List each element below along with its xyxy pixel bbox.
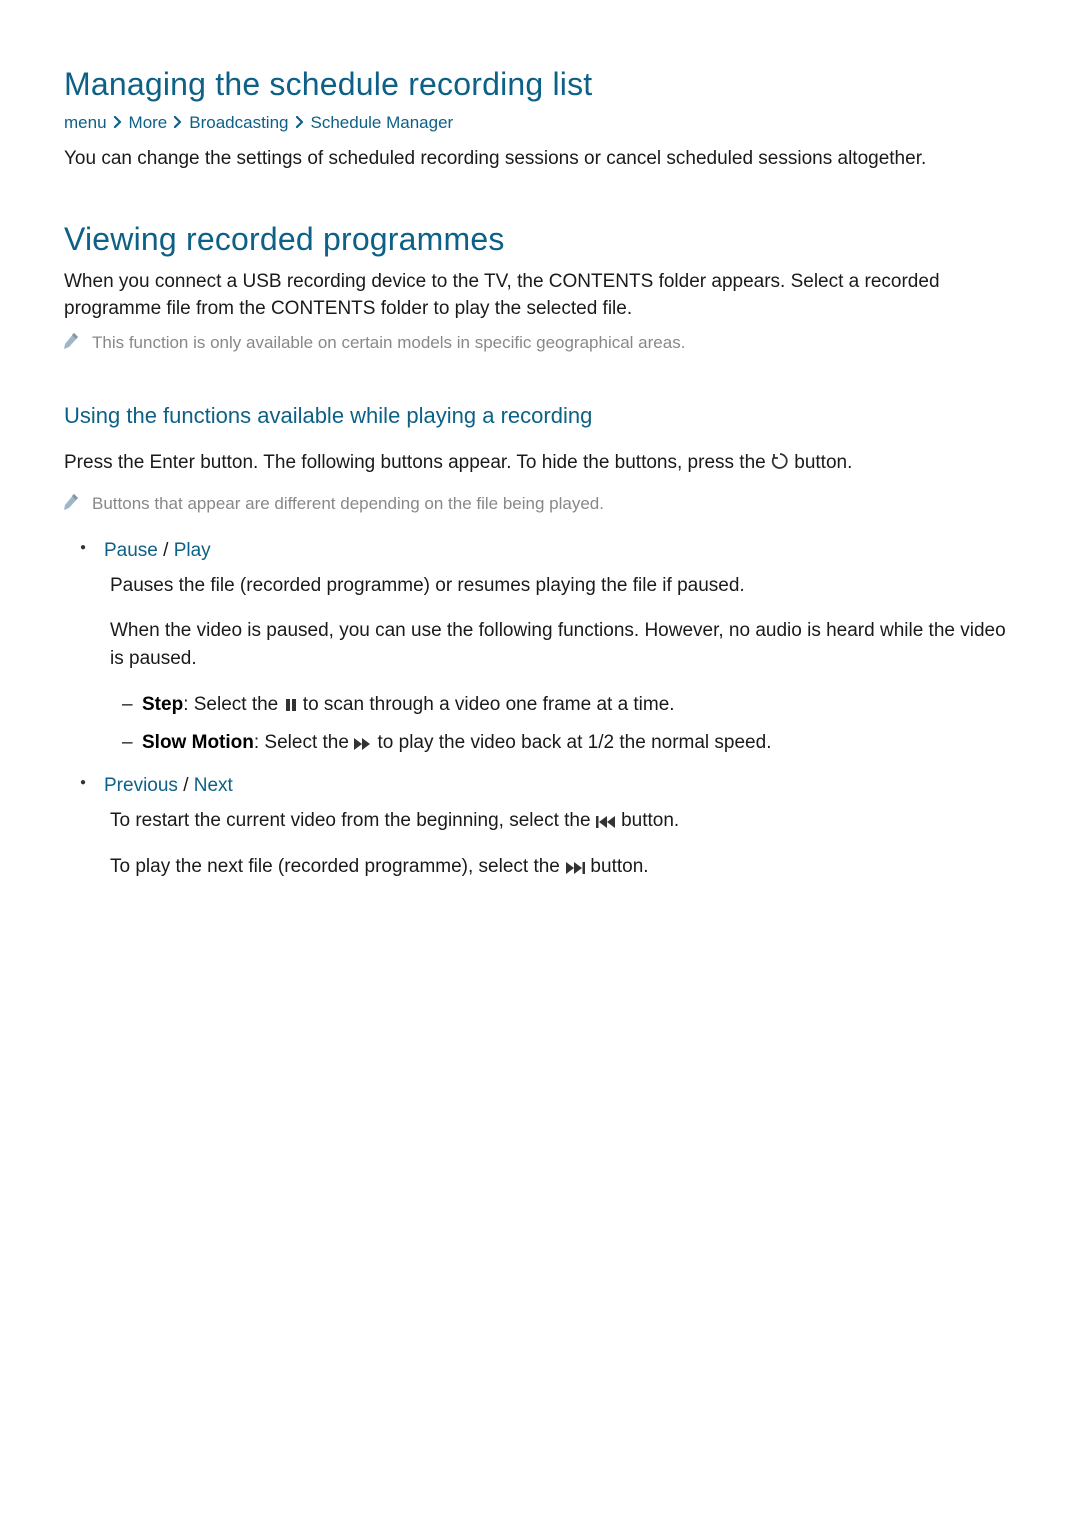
intro-paragraph: Press the Enter button. The following bu… xyxy=(64,449,1016,480)
section-body: You can change the settings of scheduled… xyxy=(64,145,1016,173)
bullet-slash: / xyxy=(178,775,194,796)
bullet-p2: When the video is paused, you can use th… xyxy=(110,617,1016,674)
list-item: Slow Motion: Select the to play the vide… xyxy=(122,728,1016,760)
chevron-right-icon xyxy=(295,113,305,133)
section-using-functions: Using the functions available while play… xyxy=(64,403,1016,883)
skip-forward-icon xyxy=(565,855,585,884)
bullet-p2: To play the next file (recorded programm… xyxy=(110,853,1016,884)
bullet-head-a: Previous xyxy=(104,775,178,796)
subsection-title: Using the functions available while play… xyxy=(64,403,1016,429)
breadcrumb-more: More xyxy=(129,113,168,133)
bullet-slash: / xyxy=(158,540,174,561)
p1-post: button. xyxy=(616,810,679,831)
p2-pre: To play the next file (recorded programm… xyxy=(110,856,565,877)
list-item: Previous / Next To restart the current v… xyxy=(104,775,1016,884)
bullet-heading: Previous / Next xyxy=(104,775,1016,797)
note-text: This function is only available on certa… xyxy=(92,331,685,356)
bullet-p1: Pauses the file (recorded programme) or … xyxy=(110,572,1016,601)
dash-list: Step: Select the to scan through a video… xyxy=(110,690,1016,761)
pencil-icon xyxy=(64,333,78,354)
bullet-head-a: Pause xyxy=(104,540,158,561)
bullet-head-b: Next xyxy=(194,775,233,796)
dash-strong: Step xyxy=(142,694,183,715)
dash-post: to scan through a video one frame at a t… xyxy=(298,694,675,715)
fast-forward-icon xyxy=(354,730,372,760)
note: This function is only available on certa… xyxy=(64,331,1016,356)
section-viewing-recorded: Viewing recorded programmes When you con… xyxy=(64,221,1016,356)
bullet-p1: To restart the current video from the be… xyxy=(110,807,1016,838)
dash-strong: Slow Motion xyxy=(142,732,254,753)
section-title: Viewing recorded programmes xyxy=(64,221,1016,258)
section-managing-schedule: Managing the schedule recording list men… xyxy=(64,66,1016,173)
note: Buttons that appear are different depend… xyxy=(64,492,1016,517)
return-icon xyxy=(771,451,789,480)
dash-pre: : Select the xyxy=(254,732,354,753)
list-item: Step: Select the to scan through a video… xyxy=(122,690,1016,722)
pause-icon xyxy=(284,692,298,722)
dash-pre: : Select the xyxy=(183,694,283,715)
chevron-right-icon xyxy=(113,113,123,133)
dash-post: to play the video back at 1/2 the normal… xyxy=(372,732,771,753)
bullet-heading: Pause / Play xyxy=(104,540,1016,562)
intro-pre: Press the Enter button. The following bu… xyxy=(64,452,771,473)
bullet-head-b: Play xyxy=(174,540,211,561)
intro-post: button. xyxy=(789,452,852,473)
bullet-list: Pause / Play Pauses the file (recorded p… xyxy=(64,540,1016,883)
breadcrumb-menu: menu xyxy=(64,113,107,133)
p1-pre: To restart the current video from the be… xyxy=(110,810,596,831)
pencil-icon xyxy=(64,494,78,515)
p2-post: button. xyxy=(585,856,648,877)
chevron-right-icon xyxy=(173,113,183,133)
section-body: When you connect a USB recording device … xyxy=(64,268,1016,323)
list-item: Pause / Play Pauses the file (recorded p… xyxy=(104,540,1016,760)
section-title: Managing the schedule recording list xyxy=(64,66,1016,103)
skip-back-icon xyxy=(596,809,616,838)
breadcrumb-schedule-manager: Schedule Manager xyxy=(311,113,454,133)
note-text: Buttons that appear are different depend… xyxy=(92,492,604,517)
breadcrumb-broadcasting: Broadcasting xyxy=(189,113,288,133)
breadcrumb: menu More Broadcasting Schedule Manager xyxy=(64,113,1016,133)
